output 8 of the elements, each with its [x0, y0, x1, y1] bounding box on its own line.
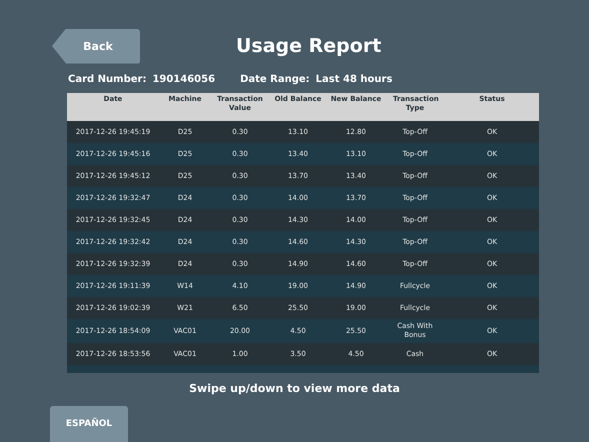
date-range-value: Last 48 hours	[316, 74, 392, 84]
page-title: Usage Report	[236, 35, 382, 57]
swipe-hint: Swipe up/down to view more data	[188, 382, 401, 395]
card-number-value: 190146056	[152, 74, 216, 84]
language-button[interactable]: ESPAÑOL	[50, 406, 128, 442]
date-range-label: Date Range:	[240, 74, 310, 84]
back-button[interactable]: Back	[52, 28, 140, 64]
card-number-label: Card Number:	[68, 74, 146, 84]
